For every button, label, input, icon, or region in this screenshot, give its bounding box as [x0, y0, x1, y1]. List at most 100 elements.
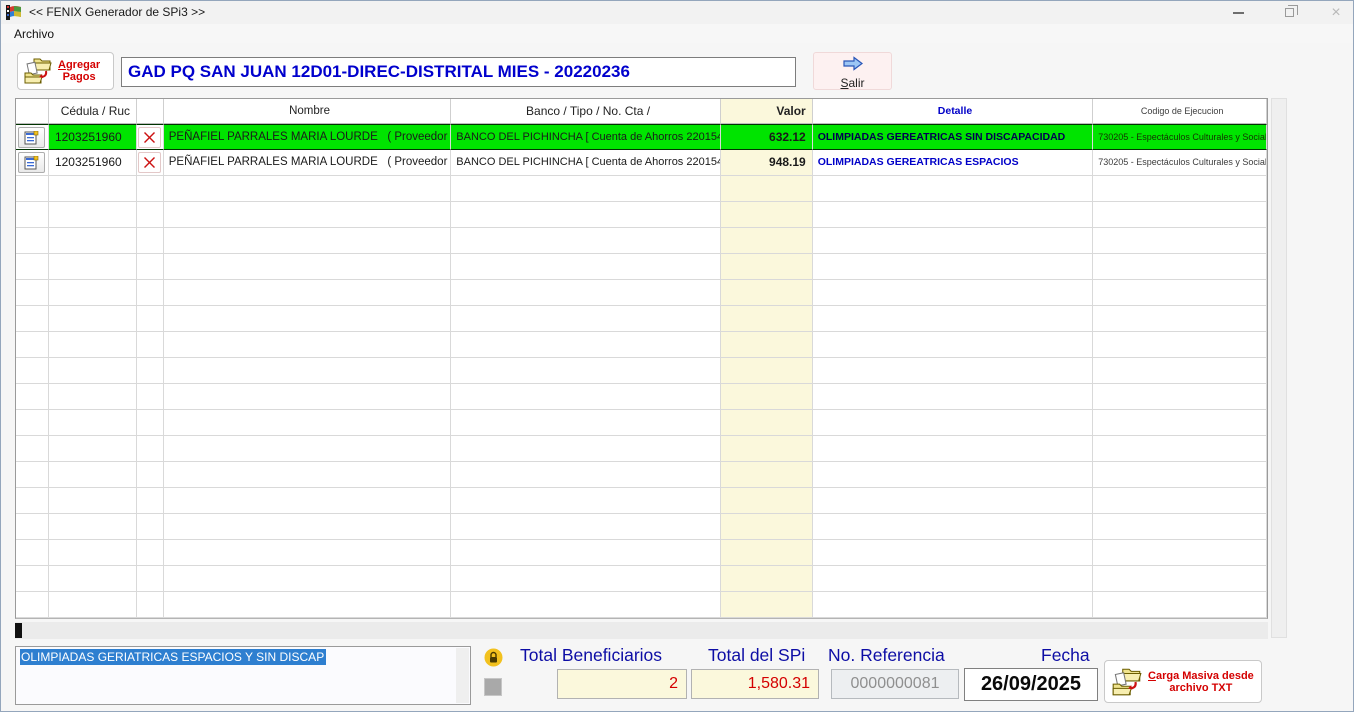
nombre-cell[interactable]: PEÑAFIEL PARRALES MARIA LOURDE ( Proveed… — [164, 124, 452, 150]
carga-masiva-button[interactable]: Carga Masiva desde archivo TXT — [1104, 660, 1262, 703]
column-header-2[interactable] — [137, 99, 164, 124]
detalle-cell[interactable]: OLIMPIADAS GEREATRICAS ESPACIOS — [813, 150, 1094, 176]
empty-cell — [137, 540, 164, 566]
empty-cell — [451, 332, 721, 358]
row-delete-button[interactable] — [138, 152, 161, 173]
empty-cell — [1093, 540, 1267, 566]
empty-cell — [813, 592, 1094, 618]
empty-cell — [137, 306, 164, 332]
empty-cell — [1093, 566, 1267, 592]
payments-grid[interactable]: Cédula / Ruc NombreBanco / Tipo / No. Cta… — [15, 98, 1268, 619]
column-header-6[interactable]: Detalle — [813, 99, 1094, 124]
empty-cell — [49, 228, 137, 254]
column-header-1[interactable]: Cédula / Ruc — [49, 99, 137, 124]
minimize-icon — [1233, 12, 1244, 14]
empty-table-row — [16, 332, 1267, 358]
empty-cell — [16, 254, 49, 280]
empty-cell — [49, 202, 137, 228]
empty-cell — [164, 202, 452, 228]
empty-cell — [137, 332, 164, 358]
empty-cell — [16, 592, 49, 618]
row-delete-button[interactable] — [138, 127, 161, 148]
empty-cell — [813, 384, 1094, 410]
empty-cell — [1093, 410, 1267, 436]
row-edit-button[interactable] — [18, 127, 45, 148]
codigo-cell[interactable]: 730205 - Espectáculos Culturales y Socia… — [1093, 150, 1267, 176]
empty-cell — [137, 566, 164, 592]
row-edit-button[interactable] — [18, 152, 45, 173]
title-bar[interactable]: << FENIX Generador de SPi3 >> × — [1, 1, 1353, 24]
empty-cell — [164, 306, 452, 332]
empty-cell — [164, 566, 452, 592]
empty-table-row — [16, 436, 1267, 462]
cedula-cell[interactable]: 1203251960 — [49, 150, 137, 176]
column-header-7[interactable]: Codigo de Ejecucion — [1093, 99, 1267, 124]
empty-table-row — [16, 306, 1267, 332]
empty-table-row — [16, 488, 1267, 514]
empty-cell — [16, 488, 49, 514]
agregar-pagos-label: Agregar Pagos — [58, 59, 100, 83]
empty-cell — [721, 566, 813, 592]
descripcion-textarea[interactable]: OLIMPIADAS GERIATRICAS ESPACIOS Y SIN DI… — [15, 646, 471, 705]
table-row[interactable]: 1203251960 PEÑAFIEL PARRALES MARIA LOURDE… — [16, 124, 1267, 150]
banco-cell[interactable]: BANCO DEL PICHINCHA [ Cuenta de Ahorros … — [451, 150, 721, 176]
row-edit-cell — [16, 150, 49, 176]
nombre-cell[interactable]: PEÑAFIEL PARRALES MARIA LOURDE ( Proveed… — [164, 150, 452, 176]
valor-cell[interactable]: 632.12 — [721, 124, 813, 150]
empty-cell — [16, 384, 49, 410]
fecha-field[interactable]: 26/09/2025 — [964, 668, 1098, 701]
empty-cell — [49, 592, 137, 618]
empty-cell — [164, 488, 452, 514]
empty-cell — [813, 566, 1094, 592]
empty-cell — [16, 436, 49, 462]
menu-bar: Archivo — [1, 24, 1353, 43]
empty-table-row — [16, 514, 1267, 540]
agregar-pagos-button[interactable]: Agregar Pagos — [17, 52, 114, 90]
grid-vertical-scrollbar[interactable] — [1271, 98, 1287, 638]
empty-cell — [451, 228, 721, 254]
detalle-cell[interactable]: OLIMPIADAS GEREATRICAS SIN DISCAPACIDAD — [813, 124, 1094, 150]
form-properties-icon — [24, 156, 39, 170]
banco-cell[interactable]: BANCO DEL PICHINCHA [ Cuenta de Ahorros … — [451, 124, 721, 150]
table-row[interactable]: 1203251960 PEÑAFIEL PARRALES MARIA LOURDE… — [16, 150, 1267, 176]
column-header-4[interactable]: Banco / Tipo / No. Cta / — [451, 99, 721, 124]
column-header-0[interactable] — [16, 99, 49, 124]
grid-horizontal-scrollbar[interactable] — [15, 622, 1268, 639]
menu-item-archivo[interactable]: Archivo — [10, 26, 58, 42]
no-referencia-field: 0000000081 — [831, 669, 959, 699]
salir-button[interactable]: Salir — [813, 52, 892, 90]
empty-cell — [49, 514, 137, 540]
empty-cell — [451, 540, 721, 566]
entity-name-field[interactable]: GAD PQ SAN JUAN 12D01-DIREC-DISTRITAL MI… — [121, 57, 796, 87]
empty-cell — [721, 280, 813, 306]
codigo-cell[interactable]: 730205 - Espectáculos Culturales y Socia… — [1093, 124, 1267, 150]
empty-cell — [16, 358, 49, 384]
restore-button[interactable] — [1272, 1, 1306, 24]
scrollbar-thumb[interactable] — [15, 623, 22, 638]
empty-cell — [451, 566, 721, 592]
empty-cell — [721, 358, 813, 384]
folders-transfer-icon — [22, 55, 54, 87]
column-header-5[interactable]: Valor — [721, 99, 813, 124]
delete-x-icon — [143, 156, 156, 169]
empty-cell — [16, 228, 49, 254]
empty-cell — [1093, 514, 1267, 540]
column-header-3[interactable]: Nombre — [164, 99, 452, 124]
empty-cell — [16, 566, 49, 592]
row-edit-cell — [16, 124, 49, 150]
cedula-cell[interactable]: 1203251960 — [49, 124, 137, 150]
valor-cell[interactable]: 948.19 — [721, 150, 813, 176]
empty-cell — [451, 410, 721, 436]
empty-cell — [137, 488, 164, 514]
empty-cell — [49, 410, 137, 436]
empty-cell — [451, 254, 721, 280]
delete-x-icon — [143, 131, 156, 144]
empty-cell — [137, 176, 164, 202]
empty-table-row — [16, 254, 1267, 280]
row-delete-cell — [137, 124, 164, 150]
textarea-scrollbar[interactable] — [456, 648, 469, 703]
minimize-button[interactable] — [1221, 1, 1255, 24]
close-button[interactable]: × — [1319, 1, 1353, 24]
empty-cell — [49, 306, 137, 332]
empty-cell — [164, 514, 452, 540]
